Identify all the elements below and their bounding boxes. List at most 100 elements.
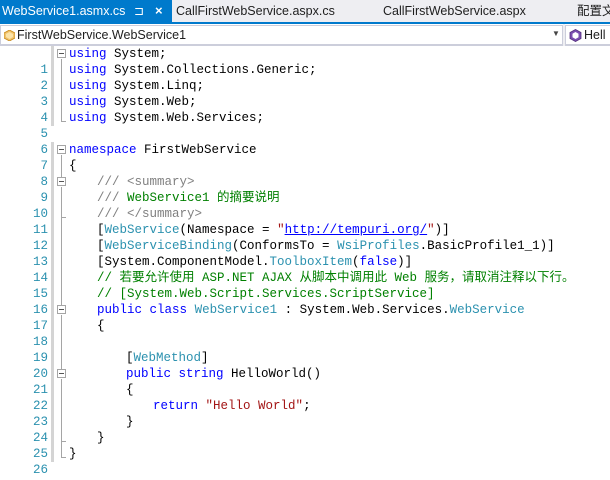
comment: // [System.Web.Script.Services.ScriptSer… bbox=[97, 287, 435, 301]
comment: // 若要允许使用 ASP.NET AJAX 从脚本中调用此 Web 服务，请取… bbox=[97, 271, 575, 285]
keyword: using bbox=[69, 63, 107, 77]
code-line-8: 8 { bbox=[0, 158, 610, 189]
code-line-4: 4 using System.Web; bbox=[0, 94, 610, 125]
code-line-27: 27 bbox=[0, 462, 610, 480]
code-line-16: 16 // [System.Web.Script.Services.Script… bbox=[0, 286, 610, 317]
code-text: : System.Web.Services. bbox=[277, 303, 450, 317]
string-quote: " bbox=[277, 223, 285, 237]
doc-comment-tag: </summary> bbox=[127, 207, 203, 221]
code-text: { bbox=[69, 159, 77, 173]
code-line-22: 22 { bbox=[0, 382, 610, 413]
member-dropdown-value: Hell bbox=[584, 28, 606, 42]
code-text: System.Web; bbox=[106, 95, 197, 109]
type-name: WebService bbox=[449, 303, 525, 317]
code-line-13: 13 [WebServiceBinding(ConformsTo = WsiPr… bbox=[0, 238, 610, 269]
code-line-14: 14 [System.ComponentModel.ToolboxItem(fa… bbox=[0, 254, 610, 285]
code-line-18: 18 { bbox=[0, 318, 610, 349]
code-line-3: 3 using System.Linq; bbox=[0, 78, 610, 109]
attribute-name: WebService bbox=[104, 223, 180, 237]
code-line-5: 5 using System.Web.Services; bbox=[0, 110, 610, 141]
code-line-9: 9 /// <summary> bbox=[0, 174, 610, 205]
tab-callfirstwebservice-aspx-cs[interactable]: CallFirstWebService.aspx.cs bbox=[176, 0, 335, 22]
code-text: )] bbox=[397, 255, 413, 269]
attribute-name: WebServiceBinding bbox=[104, 239, 233, 253]
member-dropdown[interactable]: Hell bbox=[565, 25, 610, 45]
tab-label: 配置文 bbox=[577, 4, 610, 18]
doc-comment-prefix: /// bbox=[97, 175, 128, 189]
code-text: } bbox=[69, 447, 77, 461]
type-name: WebService1 bbox=[194, 303, 278, 317]
class-icon bbox=[4, 30, 15, 41]
code-text: System.Linq; bbox=[106, 79, 205, 93]
method-icon bbox=[569, 29, 582, 42]
tab-label: CallFirstWebService.aspx bbox=[383, 4, 526, 18]
code-line-25: 25 } bbox=[0, 430, 610, 461]
code-text: ] bbox=[201, 351, 209, 365]
navigation-bar: FirstWebService.WebService1 Hell bbox=[0, 24, 610, 46]
tab-webservice1-asmx-cs[interactable]: WebService1.asmx.cs bbox=[0, 0, 172, 22]
doc-comment-prefix: /// bbox=[97, 191, 128, 205]
code-text: HelloWorld() bbox=[223, 367, 322, 381]
code-line-1: 1 using System; bbox=[0, 46, 610, 77]
close-icon[interactable]: × bbox=[155, 0, 163, 22]
code-text: { bbox=[126, 383, 134, 397]
document-tab-strip: WebService1.asmx.cs ⊐ × CallFirstWebServ… bbox=[0, 0, 610, 24]
code-line-24: 24 } bbox=[0, 414, 610, 445]
code-line-15: 15 // 若要允许使用 ASP.NET AJAX 从脚本中调用此 Web 服务… bbox=[0, 270, 610, 301]
keyword: using bbox=[69, 111, 107, 125]
namespace-url-link[interactable]: http://tempuri.org/ bbox=[285, 223, 428, 237]
type-dropdown[interactable]: FirstWebService.WebService1 bbox=[0, 25, 563, 45]
tab-config[interactable]: 配置文 bbox=[577, 0, 610, 22]
pin-icon[interactable]: ⊐ bbox=[134, 0, 144, 22]
code-text: [ bbox=[97, 239, 105, 253]
keyword: return bbox=[153, 399, 199, 413]
code-line-6: 6 bbox=[0, 126, 610, 157]
code-line-19: 19 bbox=[0, 334, 610, 365]
keyword: string bbox=[178, 367, 224, 381]
keyword: namespace bbox=[69, 143, 137, 157]
code-text: )] bbox=[434, 223, 450, 237]
doc-comment-prefix: /// bbox=[97, 207, 128, 221]
keyword: public bbox=[126, 367, 172, 381]
code-editor[interactable]: 1 using System; 2 using System.Collectio… bbox=[0, 46, 610, 480]
code-text: .BasicProfile1_1)] bbox=[419, 239, 555, 253]
type-name: WsiProfiles bbox=[337, 239, 420, 253]
code-text: { bbox=[97, 319, 105, 333]
code-line-2: 2 using System.Collections.Generic; bbox=[0, 62, 610, 93]
keyword: false bbox=[359, 255, 398, 269]
code-text: (ConformsTo = bbox=[232, 239, 338, 253]
code-text: } bbox=[126, 415, 134, 429]
attribute-name: ToolboxItem bbox=[269, 255, 353, 269]
chevron-down-icon[interactable]: ▼ bbox=[552, 26, 560, 42]
tab-label: CallFirstWebService.aspx.cs bbox=[176, 4, 335, 18]
type-dropdown-value: FirstWebService.WebService1 bbox=[17, 28, 187, 42]
keyword: using bbox=[69, 95, 107, 109]
code-text: System.Collections.Generic; bbox=[106, 63, 317, 77]
code-line-26: 26 } bbox=[0, 446, 610, 477]
tab-callfirstwebservice-aspx[interactable]: CallFirstWebService.aspx bbox=[383, 0, 526, 22]
code-text: FirstWebService bbox=[136, 143, 257, 157]
code-text: ( bbox=[352, 255, 360, 269]
doc-comment-text: WebService1 的摘要说明 bbox=[127, 191, 280, 205]
code-line-11: 11 /// </summary> bbox=[0, 206, 610, 237]
code-line-23: 23 return "Hello World"; bbox=[0, 398, 610, 429]
doc-comment-tag: <summary> bbox=[127, 175, 195, 189]
divider bbox=[563, 24, 565, 46]
string-literal: "Hello World" bbox=[205, 399, 304, 413]
code-line-17: 17 public class WebService1 : System.Web… bbox=[0, 302, 610, 333]
tab-label: WebService1.asmx.cs bbox=[2, 4, 126, 18]
code-text: [ bbox=[97, 223, 105, 237]
code-text: (Namespace = bbox=[179, 223, 278, 237]
code-text: System.Web.Services; bbox=[106, 111, 265, 125]
attribute-name: WebMethod bbox=[133, 351, 202, 365]
keyword: using bbox=[69, 47, 107, 61]
code-text: [System.ComponentModel. bbox=[97, 255, 270, 269]
code-line-20: 20 [WebMethod] bbox=[0, 350, 610, 381]
code-text: } bbox=[97, 431, 105, 445]
code-line-7: 7 namespace FirstWebService bbox=[0, 142, 610, 173]
code-line-12: 12 [WebService(Namespace = "http://tempu… bbox=[0, 222, 610, 253]
keyword: public bbox=[97, 303, 143, 317]
string-quote: " bbox=[427, 223, 435, 237]
code-text: System; bbox=[106, 47, 167, 61]
keyword: class bbox=[149, 303, 188, 317]
